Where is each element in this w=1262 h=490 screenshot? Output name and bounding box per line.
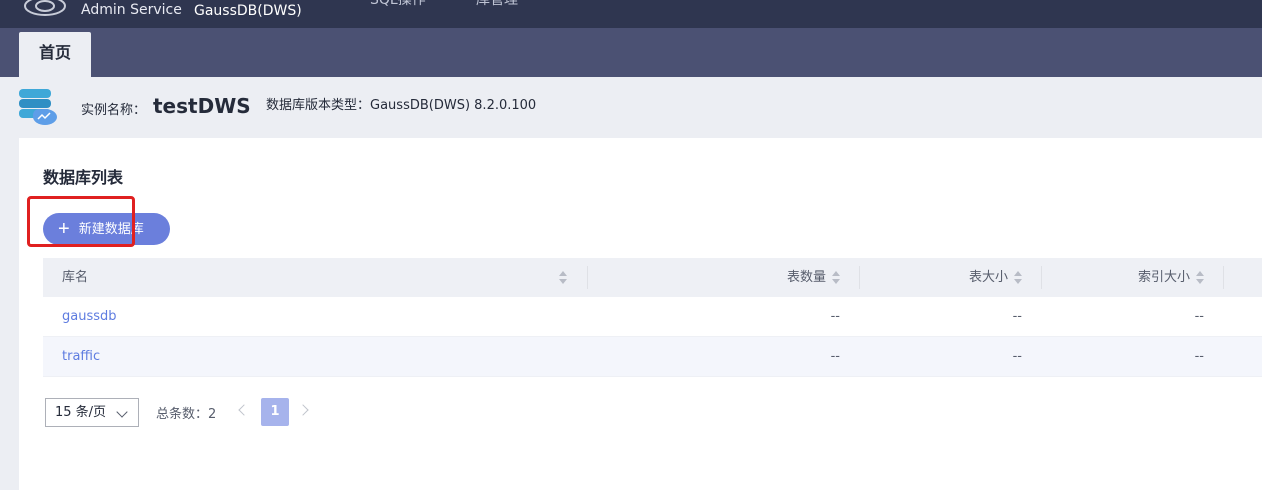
page-size-value: 15 条/页 xyxy=(55,405,107,420)
column-header-table-size[interactable]: 表大小 xyxy=(873,258,1022,297)
table-header: 库名 表数量 表大小 索引大小 xyxy=(43,258,1262,297)
sort-icon[interactable] xyxy=(1196,270,1204,285)
database-list-card: 数据库列表 + 新建数据库 库名 表数量 表大小 索引大小 gaussdb --… xyxy=(19,138,1262,490)
column-header-index-size[interactable]: 索引大小 xyxy=(1055,258,1204,297)
total-label: 总条数： xyxy=(156,407,209,422)
database-cloud-icon xyxy=(19,89,57,125)
top-bar: Admin Service GaussDB(DWS) SQL操作 库管理 xyxy=(0,0,1262,28)
version-label: 数据库版本类型： xyxy=(266,98,371,113)
column-label: 表大小 xyxy=(968,270,1008,285)
table-row: traffic -- -- -- xyxy=(43,337,1262,377)
db-name-link[interactable]: traffic xyxy=(62,337,100,377)
column-label: 索引大小 xyxy=(1137,270,1190,285)
column-divider xyxy=(1041,266,1042,289)
version-info: 数据库版本类型：GaussDB(DWS) 8.2.0.100 xyxy=(266,97,536,115)
database-table: 库名 表数量 表大小 索引大小 gaussdb -- -- -- traffic… xyxy=(43,258,1262,377)
chevron-down-icon xyxy=(116,406,128,418)
column-header-tables[interactable]: 表数量 xyxy=(603,258,840,297)
total-value: 2 xyxy=(208,407,217,422)
sort-icon[interactable] xyxy=(559,271,567,285)
column-header-name[interactable]: 库名 xyxy=(62,258,567,297)
column-label: 表数量 xyxy=(786,270,826,285)
page-size-select[interactable]: 15 条/页 xyxy=(45,398,139,427)
tab-home[interactable]: 首页 xyxy=(19,32,91,77)
chevron-left-icon[interactable] xyxy=(238,404,250,416)
index-size: -- xyxy=(1194,349,1204,364)
table-row: gaussdb -- -- -- xyxy=(43,297,1262,337)
column-divider xyxy=(859,266,860,289)
tab-bar: 首页 xyxy=(0,28,1262,77)
column-divider xyxy=(587,266,588,289)
highlight-box xyxy=(27,196,135,247)
table-count: -- xyxy=(830,309,840,324)
column-divider xyxy=(1223,266,1224,289)
table-size: -- xyxy=(1012,349,1022,364)
total-count: 总条数：2 xyxy=(156,403,216,422)
table-count: -- xyxy=(830,349,840,364)
brand-name: Admin Service xyxy=(81,2,182,18)
table-size: -- xyxy=(1012,309,1022,324)
page-number-button[interactable]: 1 xyxy=(261,398,289,426)
section-title: 数据库列表 xyxy=(43,168,124,187)
logo-icon xyxy=(24,0,66,16)
nav-db-manage[interactable]: 库管理 xyxy=(476,0,518,10)
version-value: GaussDB(DWS) 8.2.0.100 xyxy=(370,98,537,113)
chevron-right-icon[interactable] xyxy=(297,404,309,416)
column-label: 库名 xyxy=(62,270,89,285)
instance-name-label: 实例名称： xyxy=(81,103,147,118)
nav-sql-ops[interactable]: SQL操作 xyxy=(370,0,426,10)
sort-icon[interactable] xyxy=(1014,270,1022,285)
index-size: -- xyxy=(1194,309,1204,324)
service-name[interactable]: GaussDB(DWS) xyxy=(194,2,302,20)
instance-name: testDWS xyxy=(153,94,251,118)
sort-icon[interactable] xyxy=(832,270,840,285)
db-name-link[interactable]: gaussdb xyxy=(62,297,117,337)
